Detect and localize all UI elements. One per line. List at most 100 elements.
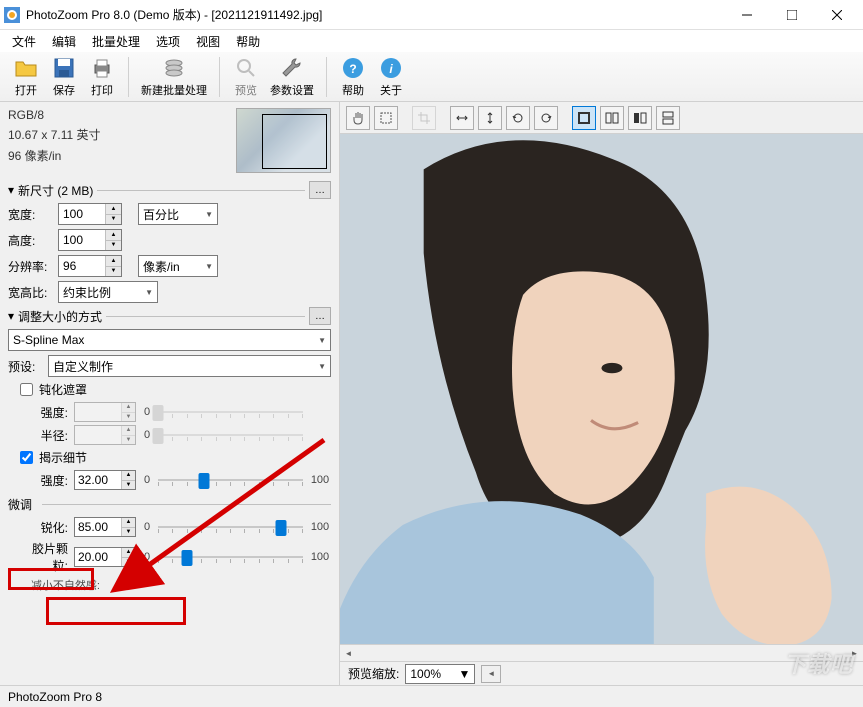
detail-strength-stepper[interactable]: ▲▼ <box>74 470 136 490</box>
magnify-icon <box>234 56 258 80</box>
grain-stepper[interactable]: ▲▼ <box>74 547 136 567</box>
help-icon: ? <box>341 56 365 80</box>
unit-select[interactable]: 百分比▼ <box>138 203 218 225</box>
view-split2-button[interactable] <box>628 106 652 130</box>
view-split-v-icon <box>661 111 675 125</box>
newsize-more-button[interactable]: … <box>309 181 331 199</box>
view-split-v-button[interactable] <box>656 106 680 130</box>
sharpen-label: 锐化: <box>20 519 68 536</box>
window-title: PhotoZoom Pro 8.0 (Demo 版本) - [202112191… <box>26 6 724 23</box>
print-button[interactable]: 打印 <box>84 54 120 100</box>
detail-strength-slider[interactable] <box>158 470 303 490</box>
preview-toolbar <box>340 102 863 134</box>
right-panel: ◄ ► 预览缩放: 100%▼ ◄ <box>340 102 863 685</box>
scroll-right-button[interactable]: ► <box>846 645 863 662</box>
portrait-placeholder <box>340 134 863 644</box>
rotate-cw-button[interactable] <box>534 106 558 130</box>
batch-button[interactable]: 新建批量处理 <box>137 54 211 100</box>
flip-v-button[interactable] <box>478 106 502 130</box>
close-button[interactable] <box>814 0 859 29</box>
marquee-tool-button[interactable] <box>374 106 398 130</box>
strength-label: 强度: <box>20 404 68 421</box>
scrollbar-track[interactable] <box>357 645 846 662</box>
menu-view[interactable]: 视图 <box>188 31 228 52</box>
save-button[interactable]: 保存 <box>46 54 82 100</box>
menu-file[interactable]: 文件 <box>4 31 44 52</box>
svg-text:?: ? <box>349 62 356 76</box>
preset-select[interactable]: 自定义制作▼ <box>48 355 331 377</box>
zoom-select[interactable]: 100%▼ <box>405 664 475 684</box>
printer-icon <box>90 56 114 80</box>
strength-stepper: ▲▼ <box>74 402 136 422</box>
view-split-h-icon <box>605 111 619 125</box>
chevron-down-icon: ▼ <box>205 262 213 271</box>
menu-help[interactable]: 帮助 <box>228 31 268 52</box>
chevron-down-icon: ▼ <box>145 288 153 297</box>
help-button[interactable]: ?帮助 <box>335 54 371 100</box>
zoom-prev-button[interactable]: ◄ <box>481 665 501 683</box>
crop-icon <box>417 111 431 125</box>
left-panel: RGB/8 10.67 x 7.11 英寸 96 像素/in ▾ 新尺寸 (2 … <box>0 102 340 685</box>
chevron-down-icon[interactable]: ▼ <box>106 215 121 225</box>
width-stepper[interactable]: ▲▼ <box>58 203 122 225</box>
menu-edit[interactable]: 编辑 <box>44 31 84 52</box>
height-input[interactable] <box>59 230 105 250</box>
rotate-cw-icon <box>539 111 553 125</box>
height-stepper[interactable]: ▲▼ <box>58 229 122 251</box>
hand-icon <box>351 111 365 125</box>
preview-footer: 预览缩放: 100%▼ ◄ <box>340 661 863 685</box>
unsharp-checkbox[interactable]: 钝化遮罩 <box>20 381 331 398</box>
sharpen-stepper[interactable]: ▲▼ <box>74 517 136 537</box>
thumbnail-selection[interactable] <box>262 114 327 169</box>
chevron-up-icon[interactable]: ▲ <box>106 204 121 215</box>
resolution-input[interactable] <box>59 256 105 276</box>
sharpen-slider[interactable] <box>158 517 303 537</box>
open-button[interactable]: 打开 <box>8 54 44 100</box>
aspect-label: 宽高比: <box>8 284 52 301</box>
resolution-info: 96 像素/in <box>8 147 228 164</box>
detail-checkbox[interactable]: 揭示细节 <box>20 449 331 466</box>
width-label: 宽度: <box>8 206 52 223</box>
chevron-down-icon: ▼ <box>458 667 470 681</box>
grain-slider[interactable] <box>158 547 303 567</box>
titlebar: PhotoZoom Pro 8.0 (Demo 版本) - [202112191… <box>0 0 863 30</box>
scroll-left-button[interactable]: ◄ <box>340 645 357 662</box>
menu-batch[interactable]: 批量处理 <box>84 31 148 52</box>
menu-options[interactable]: 选项 <box>148 31 188 52</box>
about-button[interactable]: i关于 <box>373 54 409 100</box>
view-split-h-button[interactable] <box>600 106 624 130</box>
minimize-button[interactable] <box>724 0 769 29</box>
aspect-select[interactable]: 约束比例▼ <box>58 281 158 303</box>
dimensions: 10.67 x 7.11 英寸 <box>8 126 228 143</box>
res-unit-select[interactable]: 像素/in▼ <box>138 255 218 277</box>
rotate-ccw-button[interactable] <box>506 106 530 130</box>
thumbnail[interactable] <box>236 108 331 173</box>
method-more-button[interactable]: … <box>309 307 331 325</box>
grain-label: 胶片颗粒: <box>20 540 68 574</box>
algorithm-select[interactable]: S-Spline Max▼ <box>8 329 331 351</box>
resolution-stepper[interactable]: ▲▼ <box>58 255 122 277</box>
reduce-label: 减小不自然感: <box>20 577 100 593</box>
maximize-button[interactable] <box>769 0 814 29</box>
preview-area[interactable] <box>340 134 863 644</box>
preview-image <box>340 134 863 644</box>
horizontal-scrollbar[interactable]: ◄ ► <box>340 644 863 661</box>
folder-open-icon <box>14 56 38 80</box>
width-input[interactable] <box>59 204 105 224</box>
params-button[interactable]: 参数设置 <box>266 54 318 100</box>
chevron-down-icon: ▼ <box>318 362 326 371</box>
triangle-down-icon: ▾ <box>8 183 14 197</box>
preview-button[interactable]: 预览 <box>228 54 264 100</box>
strength-slider <box>158 402 303 422</box>
app-icon <box>4 7 20 23</box>
view-single-button[interactable] <box>572 106 596 130</box>
flip-h-button[interactable] <box>450 106 474 130</box>
newsize-header: 新尺寸 (2 MB) <box>18 182 93 199</box>
floppy-icon <box>52 56 76 80</box>
chevron-down-icon: ▼ <box>205 210 213 219</box>
crop-tool-button[interactable] <box>412 106 436 130</box>
hand-tool-button[interactable] <box>346 106 370 130</box>
flip-v-icon <box>483 111 497 125</box>
menubar: 文件 编辑 批量处理 选项 视图 帮助 <box>0 30 863 52</box>
resolution-label: 分辨率: <box>8 258 52 275</box>
